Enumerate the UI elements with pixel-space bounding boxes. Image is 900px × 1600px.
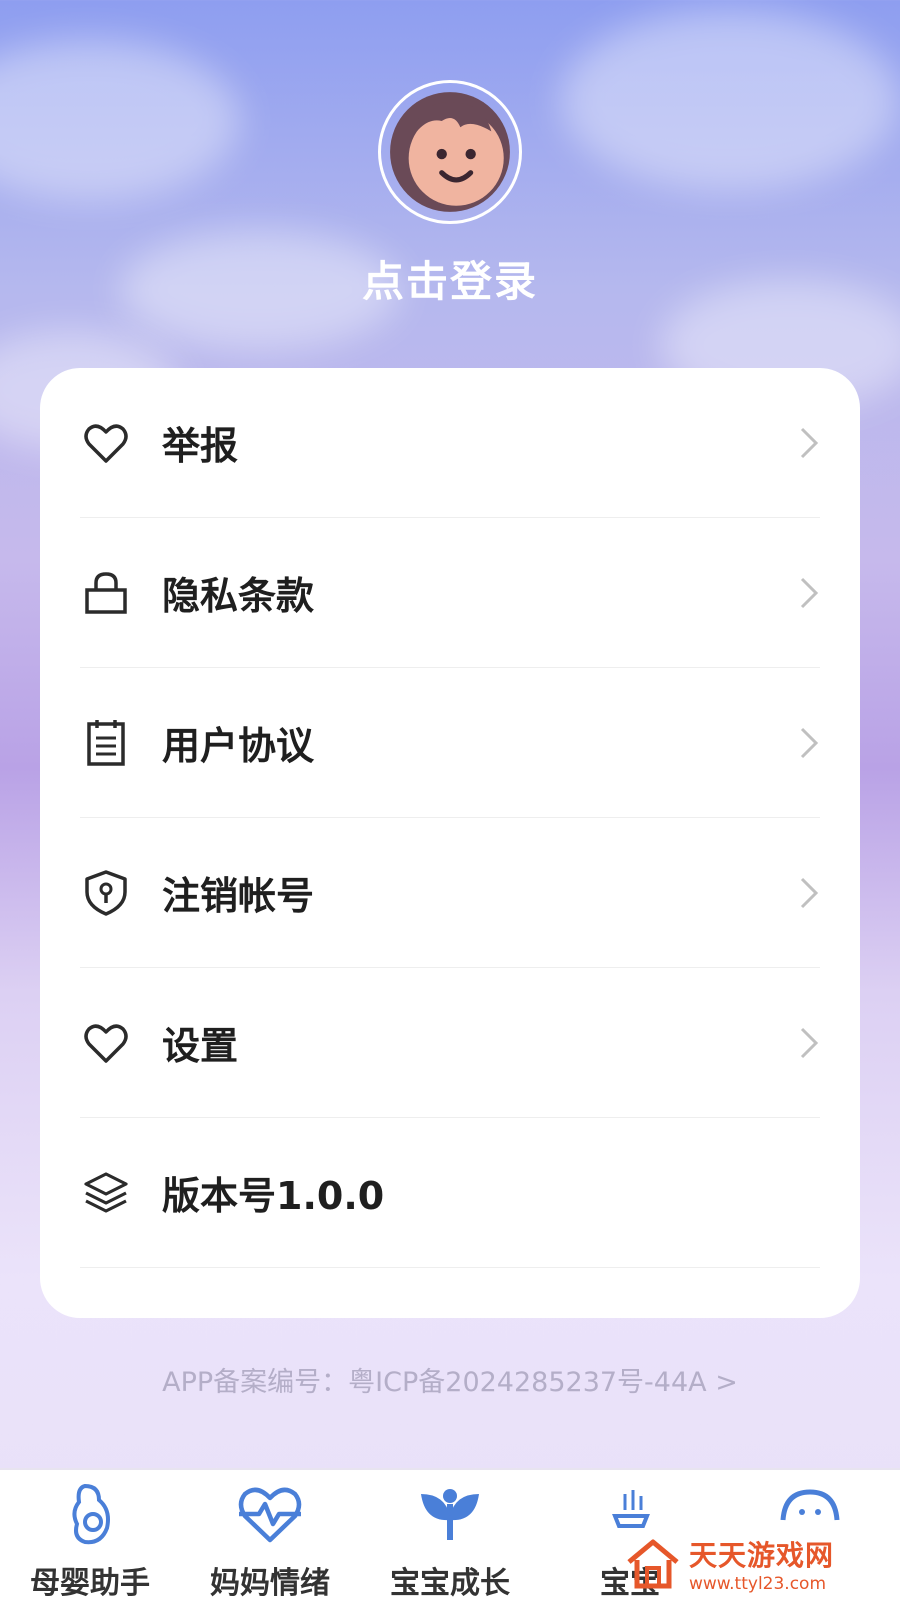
tab-label: 妈妈情绪 bbox=[210, 1566, 330, 1600]
login-prompt[interactable]: 点击登录 bbox=[0, 248, 900, 309]
menu-item-label: 隐私条款 bbox=[162, 574, 315, 618]
pregnant-icon bbox=[55, 1480, 125, 1554]
menu-item-settings[interactable]: 设置 bbox=[80, 968, 820, 1118]
chevron-right-icon bbox=[800, 577, 819, 608]
chevron-right-icon bbox=[800, 877, 819, 908]
menu-item-label: 举报 bbox=[162, 424, 239, 468]
menu-item-label: 注销帐号 bbox=[162, 874, 315, 918]
lock-icon bbox=[80, 567, 132, 619]
layers-icon bbox=[80, 1167, 132, 1219]
menu-item-user-agreement[interactable]: 用户协议 bbox=[80, 668, 820, 818]
shield-key-icon bbox=[80, 867, 132, 919]
version-label: 版本号1.0.0 bbox=[162, 1174, 385, 1218]
heart-icon bbox=[80, 417, 132, 469]
menu-card: 举报 隐私条款 用户协议 注销帐号 设置 版本号1.0.0 bbox=[40, 368, 860, 1318]
watermark-url: www.ttyl23.com bbox=[689, 1574, 827, 1594]
chevron-right-icon bbox=[800, 727, 819, 758]
chevron-right-icon bbox=[800, 1027, 819, 1058]
clipboard-icon bbox=[80, 717, 132, 769]
tab-mom-mood[interactable]: 妈妈情绪 bbox=[180, 1470, 360, 1600]
profile-header: 点击登录 bbox=[0, 0, 900, 360]
menu-item-privacy[interactable]: 隐私条款 bbox=[80, 518, 820, 668]
icp-record-link[interactable]: APP备案编号：粤ICP备2024285237号-44A > bbox=[0, 1360, 900, 1399]
sprout-icon bbox=[415, 1480, 485, 1554]
menu-item-version: 版本号1.0.0 bbox=[80, 1118, 820, 1268]
heartbeat-icon bbox=[235, 1480, 305, 1554]
heart-icon bbox=[80, 1017, 132, 1069]
tab-label: 母婴助手 bbox=[30, 1566, 150, 1600]
menu-item-report[interactable]: 举报 bbox=[80, 368, 820, 518]
chevron-right-icon bbox=[800, 427, 819, 458]
menu-item-label: 用户协议 bbox=[162, 724, 315, 768]
menu-item-label: 设置 bbox=[162, 1024, 239, 1068]
watermark-name: 天天游戏网 bbox=[689, 1539, 835, 1572]
tab-maternal-assistant[interactable]: 母婴助手 bbox=[0, 1470, 180, 1600]
avatar[interactable] bbox=[378, 80, 522, 224]
house-logo-icon bbox=[627, 1539, 679, 1589]
tab-label: 宝宝成长 bbox=[390, 1566, 510, 1600]
watermark: 天天游戏网 www.ttyl23.com bbox=[625, 1528, 895, 1600]
tab-baby-growth[interactable]: 宝宝成长 bbox=[360, 1470, 540, 1600]
baby-face-avatar-icon bbox=[390, 92, 510, 212]
menu-item-delete-account[interactable]: 注销帐号 bbox=[80, 818, 820, 968]
